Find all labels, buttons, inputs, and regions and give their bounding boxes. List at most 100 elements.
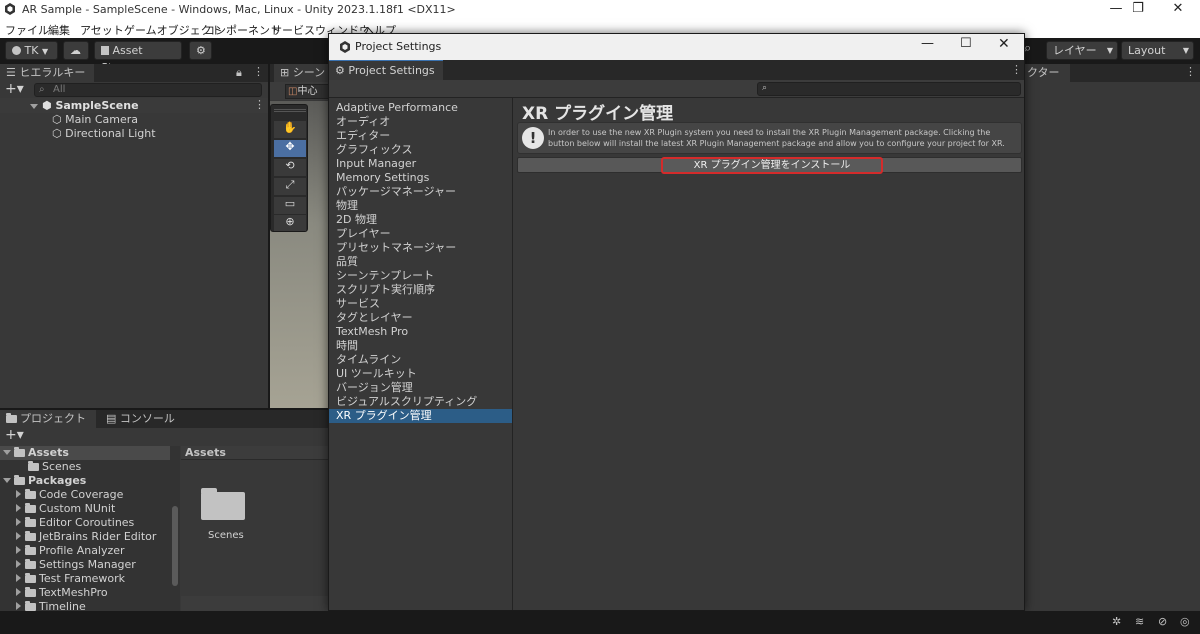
hierarchy-item-directional-light[interactable]: ⬡ Directional Light (52, 127, 156, 141)
unity-logo-icon (5, 3, 15, 15)
folder-icon (28, 461, 39, 471)
folder-large-icon[interactable] (201, 484, 245, 520)
modal-title: Project Settings (355, 40, 442, 53)
tab-project-settings[interactable]: ⚙ Project Settings (329, 60, 443, 80)
category-item[interactable]: ビジュアルスクリプティング (329, 395, 512, 409)
category-item[interactable]: サービス (329, 297, 512, 311)
cloud-button[interactable]: ☁ (63, 41, 89, 60)
category-item[interactable]: 物理 (329, 199, 512, 213)
category-item-selected[interactable]: XR プラグイン管理 (329, 409, 512, 423)
search-icon[interactable]: ⌕ (1024, 41, 1031, 56)
add-icon[interactable]: +▾ (5, 81, 24, 97)
move-tool-icon[interactable]: ✥ (274, 140, 306, 157)
tab-console[interactable]: ▤ コンソール (100, 410, 180, 428)
tree-package[interactable]: Test Framework (16, 572, 125, 586)
add-icon[interactable]: +▾ (5, 427, 24, 443)
category-item[interactable]: 2D 物理 (329, 213, 512, 227)
hierarchy-tabstrip: ☰ ヒエラルキー 🔒︎ ⋮ (0, 64, 268, 82)
kebab-menu-icon[interactable]: ⋮ (253, 65, 264, 78)
layers-dropdown[interactable]: レイヤー ▼ (1046, 41, 1118, 60)
layout-dropdown[interactable]: Layout ▼ (1121, 41, 1194, 60)
tree-package[interactable]: Code Coverage (16, 488, 123, 502)
debug-icon[interactable]: ✲ (1112, 615, 1121, 628)
tree-assets[interactable]: Assets (0, 446, 170, 460)
category-item[interactable]: 品質 (329, 255, 512, 269)
tree-package[interactable]: Custom NUnit (16, 502, 115, 516)
tree-package[interactable]: Settings Manager (16, 558, 136, 572)
tab-scene[interactable]: ⊞ シーン (274, 64, 330, 82)
rotate-tool-icon[interactable]: ⟲ (274, 159, 306, 176)
category-item[interactable]: オーディオ (329, 115, 512, 129)
pivot-toggle[interactable]: ◫中心 (285, 84, 330, 99)
settings-search-input[interactable]: ⌕ (757, 82, 1021, 96)
category-item[interactable]: パッケージマネージャー (329, 185, 512, 199)
services-button[interactable]: ⚙ (189, 41, 212, 60)
tab-project[interactable]: プロジェクト (0, 410, 96, 428)
category-item[interactable]: Memory Settings (329, 171, 512, 185)
hierarchy-search-input[interactable]: ⌕ All (34, 83, 262, 97)
scene-menu-icon[interactable]: ⋮ (254, 98, 265, 111)
account-dropdown[interactable]: TK ▼ (5, 41, 58, 60)
progress-icon[interactable]: ◎ (1180, 615, 1190, 628)
tab-hierarchy[interactable]: ☰ ヒエラルキー (0, 64, 94, 82)
category-item[interactable]: Input Manager (329, 157, 512, 171)
folder-label[interactable]: Scenes (208, 530, 244, 541)
project-settings-titlebar: Project Settings — ☐ ✕ (329, 34, 1024, 60)
modal-close-button[interactable]: ✕ (998, 36, 1010, 52)
category-item[interactable]: タグとレイヤー (329, 311, 512, 325)
menu-services[interactable]: サービス (271, 22, 315, 38)
scale-tool-icon[interactable]: ⤢ (274, 178, 306, 195)
category-item[interactable]: プリセットマネージャー (329, 241, 512, 255)
menu-component[interactable]: コンポーネント (204, 22, 281, 38)
transform-tool-icon[interactable]: ⊕ (274, 215, 306, 231)
hierarchy-item-main-camera[interactable]: ⬡ Main Camera (52, 113, 138, 127)
tree-scenes[interactable]: Scenes (28, 460, 81, 474)
restore-button[interactable]: ❐ (1118, 0, 1158, 20)
modal-maximize-button[interactable]: ☐ (960, 36, 972, 51)
hand-tool-icon[interactable]: ✋ (274, 121, 306, 138)
stack-icon[interactable]: ≋ (1135, 615, 1144, 628)
category-item[interactable]: タイムライン (329, 353, 512, 367)
tree-package[interactable]: Profile Analyzer (16, 544, 125, 558)
scene-row[interactable]: ⬢ SampleScene ⋮ (0, 98, 268, 113)
tab-inspector[interactable]: クター (1025, 64, 1070, 82)
category-item[interactable]: 時間 (329, 339, 512, 353)
status-bar: ✲ ≋ ⊘ ◎ (0, 611, 1200, 634)
menu-assets[interactable]: アセット (80, 22, 124, 38)
cube-icon: ⬡ (52, 113, 62, 126)
category-item[interactable]: TextMesh Pro (329, 325, 512, 339)
cache-icon[interactable]: ⊘ (1158, 615, 1167, 628)
tree-scrollbar[interactable] (172, 506, 178, 586)
modal-minimize-button[interactable]: — (921, 36, 934, 51)
category-item[interactable]: シーンテンプレート (329, 269, 512, 283)
tree-package[interactable]: Editor Coroutines (16, 516, 134, 530)
category-item[interactable]: グラフィックス (329, 143, 512, 157)
category-item[interactable]: バージョン管理 (329, 381, 512, 395)
lock-icon[interactable]: 🔒︎ (236, 66, 242, 80)
breadcrumb[interactable]: Assets (181, 446, 330, 460)
rect-tool-icon[interactable]: ▭ (274, 197, 306, 214)
hierarchy-panel: ☰ ヒエラルキー 🔒︎ ⋮ +▾ ⌕ All ⬢ SampleScene ⋮ ⬡… (0, 64, 268, 408)
kebab-menu-icon[interactable]: ⋮ (1011, 63, 1022, 76)
menu-edit[interactable]: 編集 (48, 22, 70, 38)
category-item[interactable]: スクリプト実行順序 (329, 283, 512, 297)
category-item[interactable]: Adaptive Performance (329, 101, 512, 115)
folder-icon (25, 503, 36, 513)
tree-packages[interactable]: Packages (0, 474, 86, 488)
menu-file[interactable]: ファイル (5, 22, 49, 38)
category-item[interactable]: エディター (329, 129, 512, 143)
app-titlebar: AR Sample - SampleScene - Windows, Mac, … (0, 0, 1200, 20)
gear-icon: ⚙ (335, 64, 345, 77)
category-item[interactable]: UI ツールキット (329, 367, 512, 381)
kebab-menu-icon[interactable]: ⋮ (1185, 65, 1196, 78)
folder-icon (25, 489, 36, 499)
layers-label: レイヤー (1053, 44, 1097, 57)
folder-icon (25, 573, 36, 583)
install-xr-plugin-button[interactable]: XR プラグイン管理をインストール (661, 157, 883, 174)
tree-package[interactable]: TextMeshPro (16, 586, 108, 600)
category-item[interactable]: プレイヤー (329, 227, 512, 241)
tree-package[interactable]: JetBrains Rider Editor (16, 530, 156, 544)
close-button[interactable]: ✕ (1158, 0, 1198, 20)
asset-store-button[interactable]: Asset Store ▼ (94, 41, 182, 74)
page-title: XR プラグイン管理 (522, 104, 674, 124)
